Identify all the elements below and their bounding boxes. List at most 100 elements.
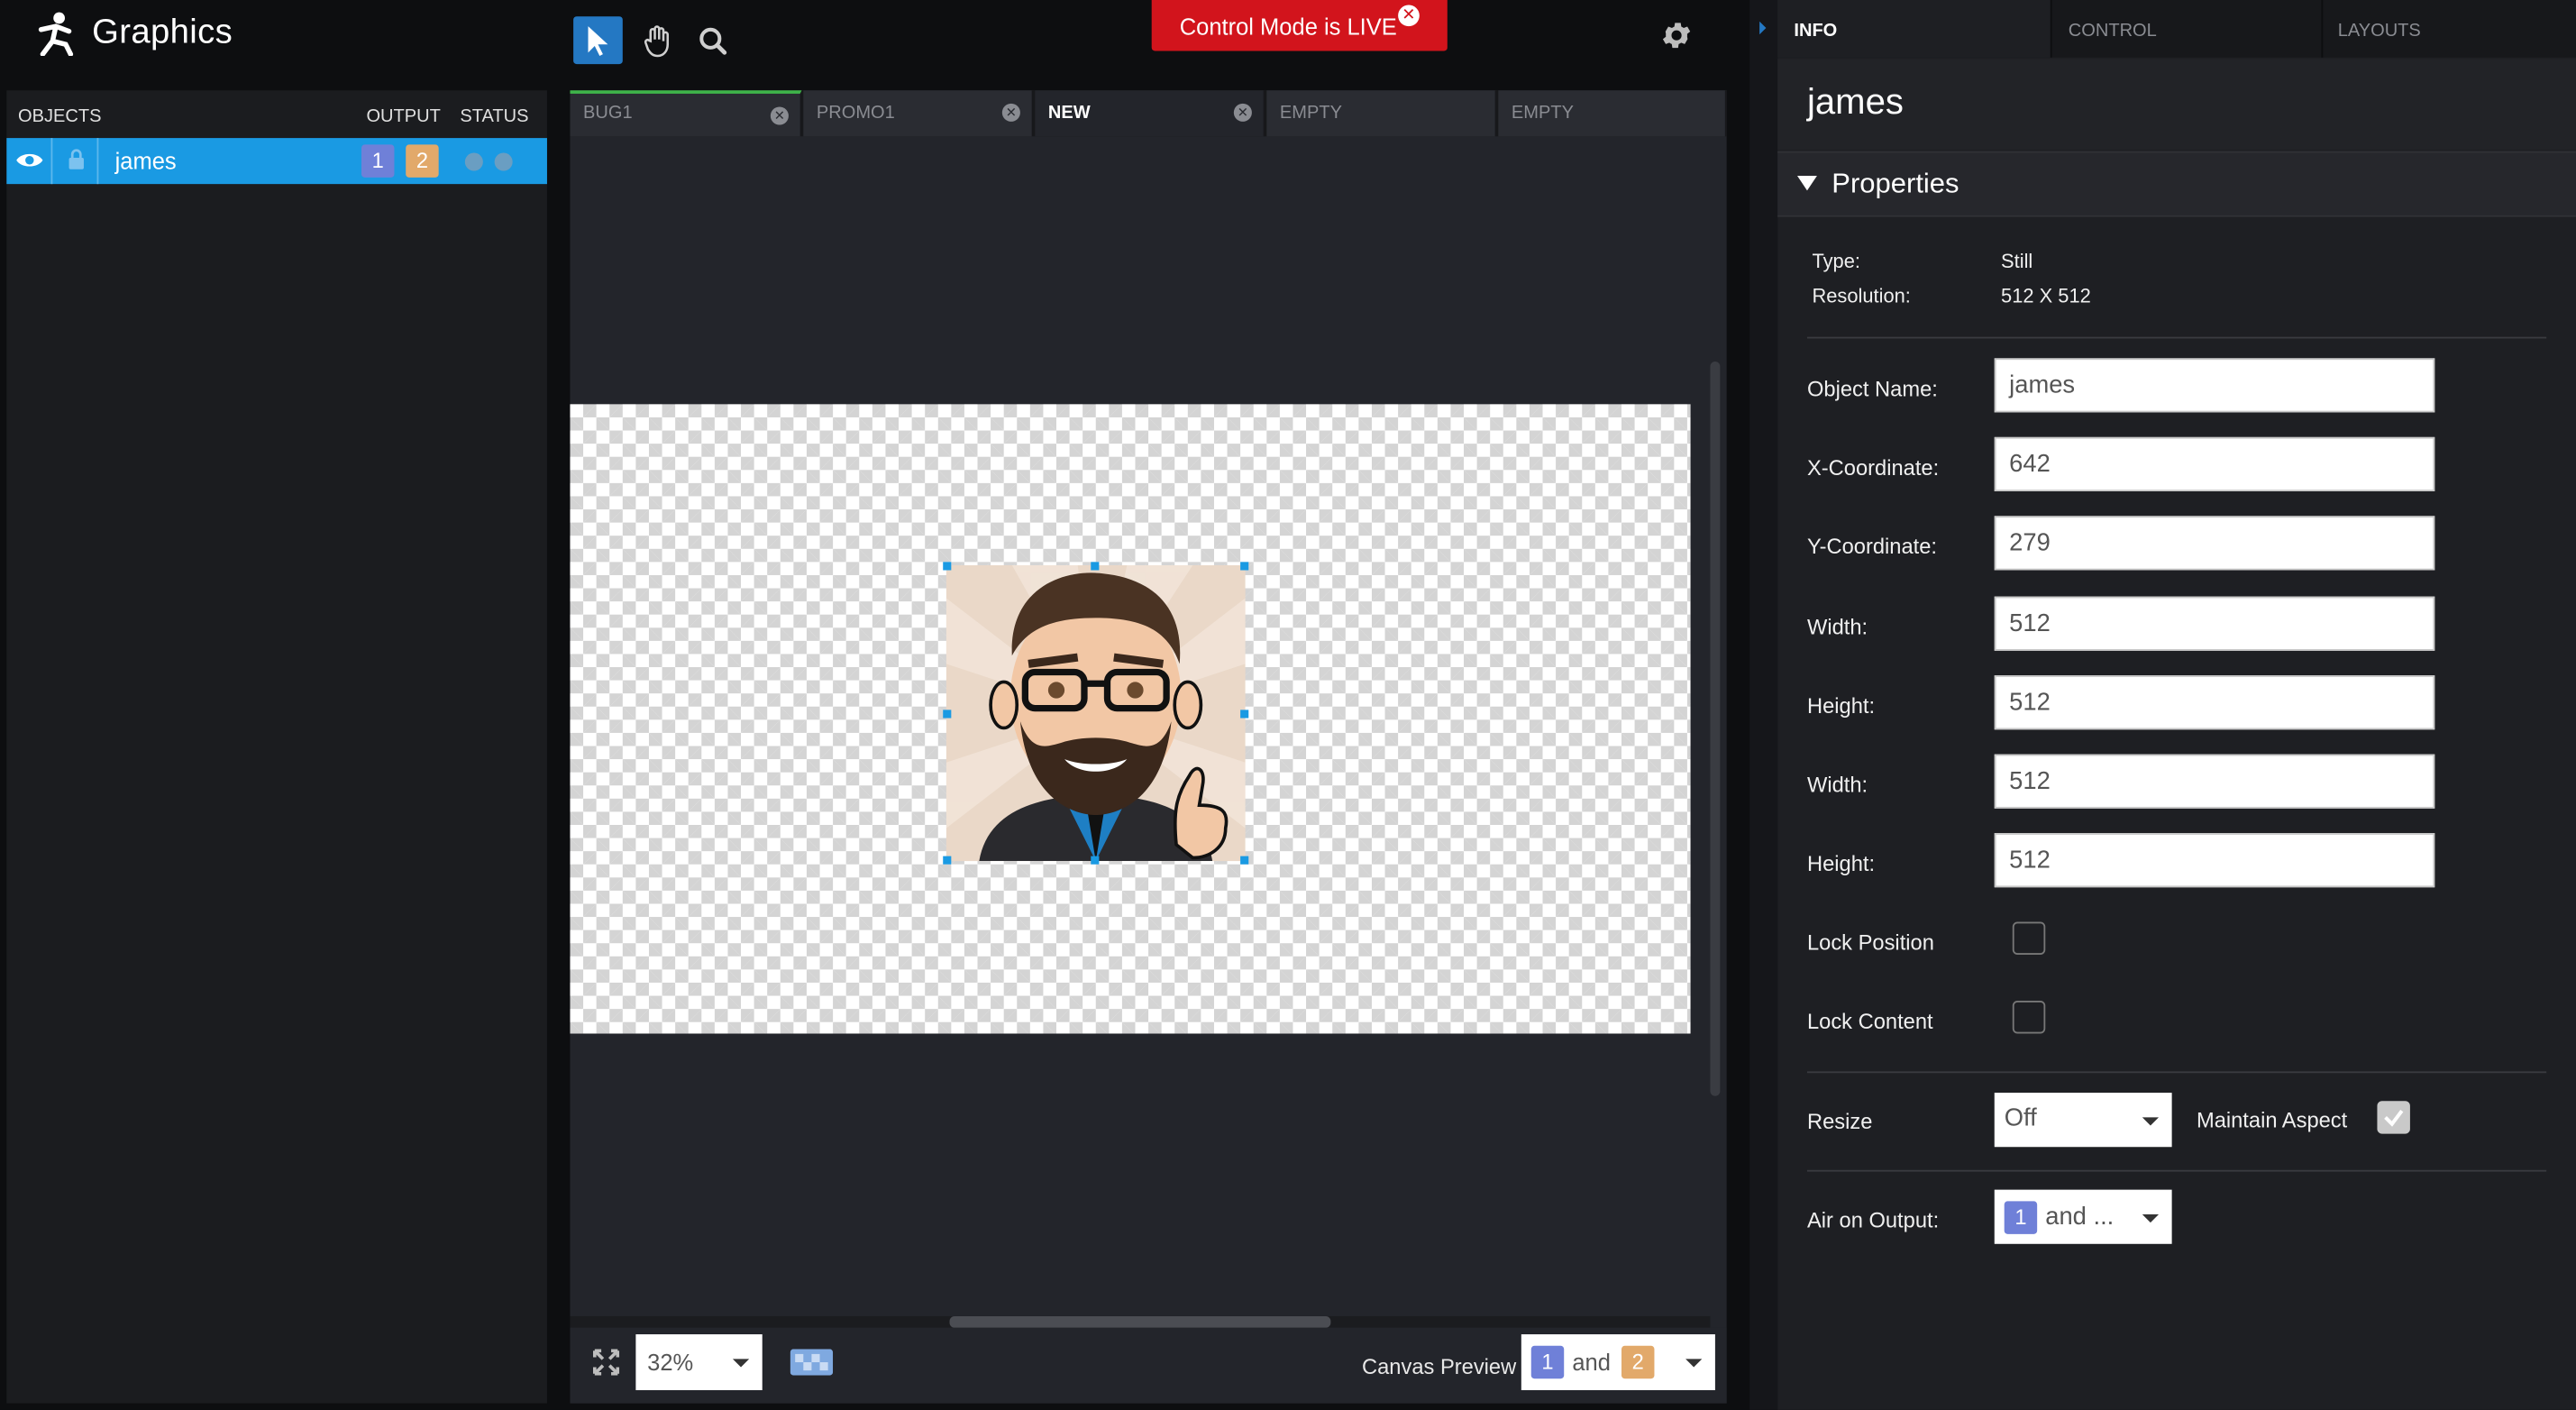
height-label: Height: [1806,693,1876,719]
width-label: Width: [1806,614,1868,640]
output-1-badge: 1 [2004,1201,2038,1234]
eye-icon [16,153,43,167]
output-1-badge[interactable]: 1 [361,144,395,178]
tab-info[interactable]: INFO [1777,0,2052,58]
resize-handle[interactable] [1240,856,1249,865]
hand-icon [644,24,670,57]
y-coordinate-field[interactable]: 279 [1994,516,2435,571]
object-name: james [114,148,177,175]
close-icon[interactable]: ✕ [1233,103,1252,122]
output-1-badge: 1 [1530,1345,1565,1379]
lock-position-checkbox[interactable] [2012,921,2046,955]
x-coordinate-field[interactable]: 642 [1994,436,2435,491]
layer-tabs: BUG1 ✕ PROMO1 ✕ NEW ✕ EMPTY EMPTY [570,90,1727,137]
divider [1806,1071,2547,1074]
resize-handle[interactable] [943,856,952,865]
lock-position-label: Lock Position [1806,929,1934,955]
checkmark-icon [2384,1109,2404,1127]
width-field[interactable]: 512 [1994,596,2435,651]
tab-label: BUG1 [583,103,633,124]
resize-select[interactable]: Off [1994,1093,2172,1148]
tab-label: PROMO1 [816,103,895,124]
zoom-tool-button[interactable] [689,16,738,64]
resize-handle[interactable] [943,562,952,571]
lock-content-checkbox[interactable] [2012,1001,2046,1034]
and-text: and [1572,1349,1611,1376]
app-title: Graphics [92,13,233,51]
properties-section-header[interactable]: Properties [1777,151,2576,217]
close-icon[interactable]: ✕ [1001,103,1020,122]
horizontal-scrollbar[interactable] [949,1315,1331,1328]
tab-label: EMPTY [1279,103,1342,124]
air-on-output-text: and ... [2045,1203,2115,1231]
tab-promo1[interactable]: PROMO1 ✕ [803,90,1034,137]
canvas-footer: 32% Canvas Preview 1 and 2 [570,1327,1727,1404]
air-on-output-select[interactable]: 1 and ... [1994,1189,2172,1244]
tab-control[interactable]: CONTROL [2052,0,2324,58]
objects-column-header: OBJECTS [18,106,102,127]
resize-handle[interactable] [1240,710,1249,719]
resize-label: Resize [1806,1109,1873,1134]
zoom-value: 32% [647,1349,694,1376]
panel-divider[interactable] [1749,0,1778,1410]
right-tabs: INFO CONTROL LAYOUTS [1777,0,2576,58]
canvas-area: BUG1 ✕ PROMO1 ✕ NEW ✕ EMPTY EMPTY 32% Ca… [570,90,1727,1404]
type-value: Still [2001,250,2033,273]
resize-handle[interactable] [1091,562,1100,571]
output-column-header: OUTPUT [366,106,441,127]
canvas-stage[interactable] [570,404,1691,1034]
objects-panel: OBJECTS OUTPUT STATUS james 1 2 [6,90,547,1404]
resize-handle[interactable] [943,710,952,719]
maintain-aspect-label: Maintain Aspect [2196,1107,2348,1132]
control-mode-live-banner[interactable]: Control Mode is LIVE ✕ [1151,0,1448,51]
search-icon [699,26,727,54]
zoom-select[interactable]: 32% [635,1334,763,1391]
james-avatar-image[interactable] [945,565,1246,862]
tab-bug1[interactable]: BUG1 ✕ [570,90,802,137]
visibility-toggle[interactable] [6,138,53,185]
tab-new[interactable]: NEW ✕ [1035,90,1265,137]
app-logo-icon [36,10,76,57]
resize-value: Off [2004,1103,2037,1132]
divider [1806,1169,2547,1172]
object-row[interactable]: james 1 2 [6,138,547,185]
canvas-preview-select[interactable]: 1 and 2 [1521,1334,1715,1391]
object-name-field[interactable]: james [1994,358,2435,413]
air-on-output-label: Air on Output: [1806,1207,1940,1233]
checkerboard-toggle-icon[interactable] [790,1349,834,1383]
object-name-label: Object Name: [1806,376,1938,401]
fit-to-screen-icon[interactable] [592,1349,620,1383]
tab-layouts[interactable]: LAYOUTS [2321,0,2576,58]
height-field-2[interactable]: 512 [1994,833,2435,888]
collapse-arrow-icon [1759,21,1767,35]
height-field[interactable]: 512 [1994,675,2435,730]
chevron-down-icon [1685,1359,1703,1368]
output-2-badge[interactable]: 2 [406,144,439,178]
resize-handle[interactable] [1091,856,1100,865]
cursor-arrow-icon [588,25,608,56]
gear-icon[interactable] [1659,18,1694,52]
resolution-value: 512 X 512 [2001,284,2091,307]
select-tool-button[interactable] [573,16,623,65]
pan-tool-button[interactable] [633,16,682,64]
status-column-header: STATUS [460,106,529,127]
vertical-scrollbar[interactable] [1710,361,1721,1096]
width-field-2[interactable]: 512 [1994,754,2435,809]
close-icon[interactable]: ✕ [770,106,789,125]
lock-toggle[interactable] [52,138,99,185]
tab-empty-1[interactable]: EMPTY [1266,90,1497,137]
canvas-preview-label: Canvas Preview [1362,1353,1517,1379]
live-banner-text: Control Mode is LIVE [1179,12,1397,39]
status-dot-1 [464,152,483,171]
caret-down-icon [1797,176,1817,191]
properties-panel: INFO CONTROL LAYOUTS james Properties Ty… [1777,0,2576,1410]
lock-icon [69,149,84,169]
close-icon[interactable]: ✕ [1398,5,1420,27]
chevron-down-icon [732,1359,750,1368]
properties-label: Properties [1832,167,1959,199]
resize-handle[interactable] [1240,562,1249,571]
tab-label: NEW [1047,103,1091,124]
tab-empty-2[interactable]: EMPTY [1498,90,1727,137]
y-coordinate-label: Y-Coordinate: [1806,534,1937,559]
maintain-aspect-checkbox[interactable] [2377,1101,2410,1134]
